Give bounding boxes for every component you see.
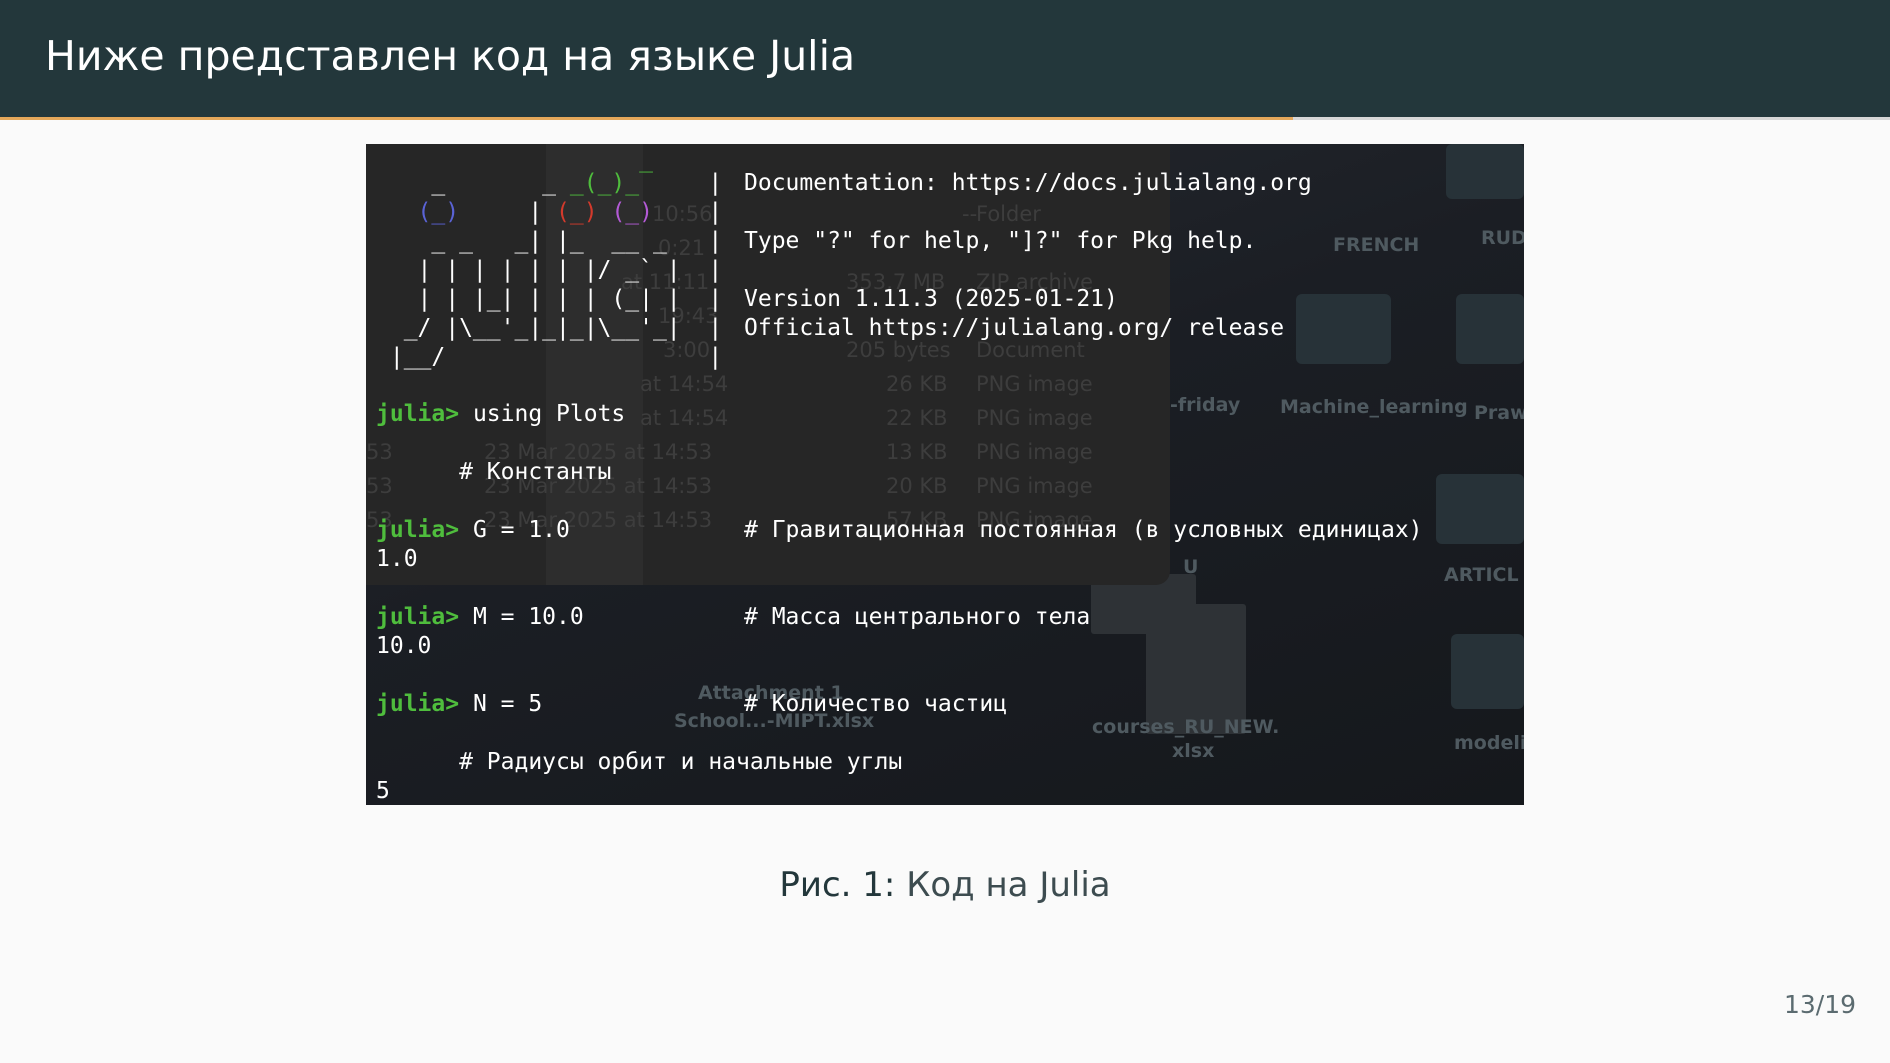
page-number: 13/19 <box>1783 990 1856 1019</box>
banner-release: Official https://julialang.org/ release <box>744 315 1285 341</box>
caption-text: Код на Julia <box>906 865 1111 905</box>
caption-label: Рис. 1: <box>779 865 896 905</box>
julia-logo-line: (_) | (_) (_) | <box>376 198 723 227</box>
julia-logo-part: | <box>652 199 723 225</box>
julia-prompt: julia> <box>376 691 460 717</box>
repl-comment: # Гравитационная постоянная (в условных … <box>744 517 1423 543</box>
repl-line: julia> using Plots <box>376 400 625 429</box>
julia-logo-line: _ _ _(_)_ | <box>376 169 722 198</box>
repl-comment: # Радиусы орбит и начальные углы <box>376 749 903 775</box>
julia-logo-part: _ _ <box>376 170 570 196</box>
slide-header: Ниже представлен код на языке Julia <box>0 0 1890 117</box>
repl-line: julia> G = 1.0 <box>376 516 570 545</box>
repl-output: 5 <box>376 778 390 804</box>
julia-prompt: julia> <box>376 517 460 543</box>
julia-logo-part: (_) <box>556 199 598 225</box>
julia-logo-part: | <box>639 170 723 196</box>
repl-command: using Plots <box>459 401 626 427</box>
repl-command: N = 5 <box>459 691 543 717</box>
julia-logo-line: |__/ | <box>376 344 723 370</box>
julia-logo-part: (_) <box>417 199 460 225</box>
slide-title: Ниже представлен код на языке Julia <box>45 32 856 80</box>
repl-output: 10.0 <box>376 633 432 659</box>
julia-terminal[interactable]: _ _ _ _(_)_ | (_) | (_) (_) | _ _ _| |_ … <box>366 144 1524 805</box>
julia-logo-line: | | | | | | |/ _` | | <box>376 257 723 283</box>
banner-help: Type "?" for help, "]?" for Pkg help. <box>744 228 1257 254</box>
julia-logo-part: | <box>459 199 557 225</box>
julia-logo-part <box>598 199 612 225</box>
repl-comment: # Масса центрального тела <box>744 604 1091 630</box>
julia-logo-line: _ _ _| |_ __ _ | <box>376 228 723 254</box>
julia-logo-part <box>376 199 418 225</box>
progress-bar <box>0 117 1293 120</box>
repl-line: julia> N = 5 <box>376 690 542 719</box>
julia-prompt: julia> <box>376 401 460 427</box>
banner-version: Version 1.11.3 (2025-01-21) <box>744 286 1118 312</box>
julia-logo-part: _(_)_ <box>569 170 640 196</box>
figure-caption: Рис. 1: Код на Julia <box>0 865 1890 905</box>
repl-output: 1.0 <box>376 546 418 572</box>
repl-command: M = 10.0 <box>459 604 584 630</box>
repl-line: julia> M = 10.0 <box>376 603 584 632</box>
julia-logo-part: (_) <box>611 199 653 225</box>
repl-comment: # Константы <box>376 459 612 485</box>
julia-logo-line: _/ |\__'_|_|_|\__'_| | <box>376 315 723 341</box>
repl-comment: # Количество частиц <box>744 691 1008 717</box>
julia-logo-line: | | |_| | | | (_| | | <box>376 286 723 312</box>
terminal-screenshot: FRENCH RUD -friday Machine_learning Praw… <box>366 144 1524 805</box>
repl-command: G = 1.0 <box>459 517 570 543</box>
banner-documentation: Documentation: https://docs.julialang.or… <box>744 170 1312 196</box>
julia-prompt: julia> <box>376 604 460 630</box>
